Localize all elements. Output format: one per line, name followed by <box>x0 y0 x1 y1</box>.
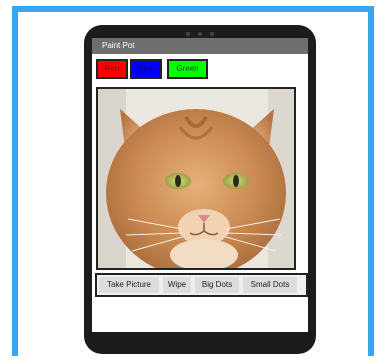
take-picture-button[interactable]: Take Picture <box>99 277 159 293</box>
cat-image <box>98 89 294 268</box>
title-bar: Paint Pot <box>92 38 308 54</box>
small-dots-button[interactable]: Small Dots <box>243 277 297 293</box>
wipe-button[interactable]: Wipe <box>163 277 191 293</box>
tablet-device: Paint Pot Red Blue Green Take Picture Wi… <box>84 25 316 354</box>
blue-button[interactable]: Blue <box>130 59 162 79</box>
green-button[interactable]: Green <box>167 59 208 79</box>
color-button-row: Red Blue Green <box>96 59 306 81</box>
big-dots-button[interactable]: Big Dots <box>195 277 239 293</box>
app-title: Paint Pot <box>102 41 135 50</box>
drawing-canvas[interactable] <box>96 87 296 270</box>
action-button-row: Take Picture Wipe Big Dots Small Dots <box>95 273 308 297</box>
red-button[interactable]: Red <box>96 59 128 79</box>
app-screen: Paint Pot Red Blue Green Take Picture Wi… <box>92 38 308 332</box>
